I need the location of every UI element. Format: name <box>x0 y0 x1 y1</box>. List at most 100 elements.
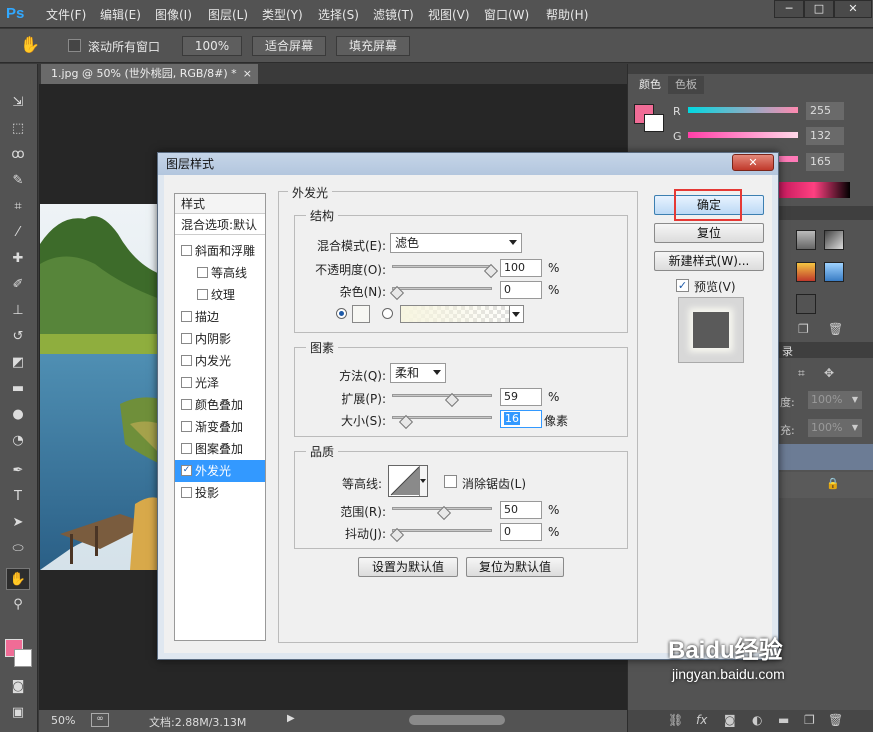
lock-transparency-icon[interactable]: ⌗ <box>798 366 805 381</box>
style-item[interactable]: 渐变叠加 <box>175 416 265 438</box>
spread-input[interactable]: 59 <box>500 388 542 406</box>
style-item-checkbox[interactable] <box>181 355 192 366</box>
style-swatch-3[interactable] <box>796 262 816 282</box>
style-item-checkbox[interactable] <box>181 487 192 498</box>
style-item-checkbox[interactable] <box>181 443 192 454</box>
fit-screen-button[interactable]: 适合屏幕 <box>252 36 326 56</box>
dialog-title[interactable]: 图层样式 <box>158 153 778 175</box>
color-spectrum[interactable] <box>778 182 850 198</box>
style-item[interactable]: 颜色叠加 <box>175 394 265 416</box>
menu-image[interactable]: 图像(I) <box>155 6 192 23</box>
maximize-button[interactable]: □ <box>804 0 834 18</box>
blend-mode-select[interactable]: 滤色 <box>390 233 522 253</box>
dialog-close-button[interactable]: ✕ <box>732 154 774 171</box>
style-item[interactable]: 描边 <box>175 306 265 328</box>
noise-slider[interactable] <box>389 283 496 301</box>
menu-type[interactable]: 类型(Y) <box>262 6 303 23</box>
style-swatch-empty[interactable] <box>796 294 816 314</box>
share-icon[interactable]: ∞ <box>91 713 109 727</box>
delete-layer-icon[interactable]: 🗑 <box>828 713 843 727</box>
contour-picker[interactable] <box>388 465 428 497</box>
menu-edit[interactable]: 编辑(E) <box>100 6 141 23</box>
range-input[interactable]: 50 <box>500 501 542 519</box>
glow-color-swatch[interactable] <box>352 305 370 323</box>
r-slider[interactable] <box>688 107 798 113</box>
move-tool-icon[interactable]: ⇲ <box>6 92 30 114</box>
minimize-button[interactable]: ─ <box>774 0 804 18</box>
pen-tool-icon[interactable]: ✒ <box>6 460 30 482</box>
styles-header[interactable]: 样式 <box>175 194 265 214</box>
crop-tool-icon[interactable]: ⌗ <box>6 196 30 218</box>
new-layer-icon[interactable]: ❐ <box>804 713 815 727</box>
style-item-checkbox[interactable] <box>197 267 208 278</box>
tab-swatches[interactable]: 色板 <box>668 76 704 94</box>
panel-background-swatch[interactable] <box>644 114 664 132</box>
healing-brush-icon[interactable]: ✚ <box>6 248 30 270</box>
eraser-tool-icon[interactable]: ◩ <box>6 352 30 374</box>
noise-input[interactable]: 0 <box>500 281 542 299</box>
screen-mode-icon[interactable]: ▣ <box>6 702 30 724</box>
ellipse-tool-icon[interactable]: ⬭ <box>6 538 30 560</box>
style-item[interactable]: 等高线 <box>175 262 265 284</box>
delete-style-icon[interactable]: 🗑 <box>828 322 843 336</box>
brush-tool-icon[interactable]: ✐ <box>6 274 30 296</box>
menu-file[interactable]: 文件(F) <box>46 6 86 23</box>
jitter-input[interactable]: 0 <box>500 523 542 541</box>
solid-color-radio[interactable] <box>336 308 347 319</box>
close-tab-icon[interactable]: × <box>243 64 252 84</box>
marquee-tool-icon[interactable]: ⬚ <box>6 118 30 140</box>
new-group-icon[interactable]: ▬ <box>778 713 789 727</box>
style-item[interactable]: 光泽 <box>175 372 265 394</box>
adjustment-layer-icon[interactable]: ◐ <box>752 713 762 727</box>
antialias-checkbox[interactable] <box>444 475 457 488</box>
style-swatch-4[interactable] <box>824 262 844 282</box>
style-item-checkbox[interactable] <box>181 421 192 432</box>
style-item-checkbox[interactable]: ✓ <box>181 465 192 476</box>
background-color-swatch[interactable] <box>14 649 32 667</box>
eyedropper-icon[interactable]: ⁄ <box>6 222 30 244</box>
close-app-button[interactable]: ✕ <box>834 0 872 18</box>
style-item[interactable]: ✓ 外发光 <box>175 460 265 482</box>
method-select[interactable]: 柔和 <box>390 363 446 383</box>
lock-position-icon[interactable]: ✥ <box>824 366 834 380</box>
document-tab[interactable]: 1.jpg @ 50% (世外桃园, RGB/8#) * × <box>41 64 258 84</box>
style-item[interactable]: 内发光 <box>175 350 265 372</box>
zoom-level[interactable]: 50% <box>51 714 75 727</box>
menu-window[interactable]: 窗口(W) <box>484 6 529 23</box>
menu-filter[interactable]: 滤镜(T) <box>373 6 414 23</box>
blur-tool-icon[interactable]: ● <box>6 404 30 426</box>
type-tool-icon[interactable]: T <box>6 486 30 508</box>
gradient-tool-icon[interactable]: ▬ <box>6 378 30 400</box>
quick-select-icon[interactable]: ✎ <box>6 170 30 192</box>
reset-button[interactable]: 复位 <box>654 223 764 243</box>
style-item[interactable]: 斜面和浮雕 <box>175 240 265 262</box>
make-default-button[interactable]: 设置为默认值 <box>358 557 458 577</box>
zoom-tool-icon[interactable]: ⚲ <box>6 594 30 616</box>
history-brush-icon[interactable]: ↺ <box>6 326 30 348</box>
tab-color[interactable]: 颜色 <box>632 76 668 94</box>
preview-checkbox[interactable]: ✓ <box>676 279 689 292</box>
quick-mask-icon[interactable]: ◙ <box>6 676 30 698</box>
b-value-field[interactable]: 165 <box>806 153 844 171</box>
gradient-radio[interactable] <box>382 308 393 319</box>
fx-icon[interactable]: fx <box>696 713 707 727</box>
style-item-checkbox[interactable] <box>181 377 192 388</box>
style-item[interactable]: 纹理 <box>175 284 265 306</box>
background-layer-row[interactable]: 🔒 <box>778 472 873 498</box>
r-value-field[interactable]: 255 <box>806 102 844 120</box>
scroll-all-checkbox[interactable] <box>68 39 81 52</box>
dodge-tool-icon[interactable]: ◔ <box>6 430 30 452</box>
opacity-dropdown-icon[interactable]: ▼ <box>848 391 862 409</box>
layers-tab-label[interactable]: 录 <box>782 343 793 359</box>
fill-dropdown-icon[interactable]: ▼ <box>848 419 862 437</box>
horizontal-scrollbar[interactable] <box>409 715 505 725</box>
menu-layer[interactable]: 图层(L) <box>208 6 248 23</box>
stamp-tool-icon[interactable]: ⊥ <box>6 300 30 322</box>
style-swatch-1[interactable] <box>796 230 816 250</box>
style-item-checkbox[interactable] <box>181 311 192 322</box>
size-input[interactable]: 16 <box>500 410 542 428</box>
fill-screen-button[interactable]: 填充屏幕 <box>336 36 410 56</box>
menu-select[interactable]: 选择(S) <box>318 6 359 23</box>
style-item[interactable]: 投影 <box>175 482 265 504</box>
selected-layer-row[interactable] <box>778 444 873 470</box>
